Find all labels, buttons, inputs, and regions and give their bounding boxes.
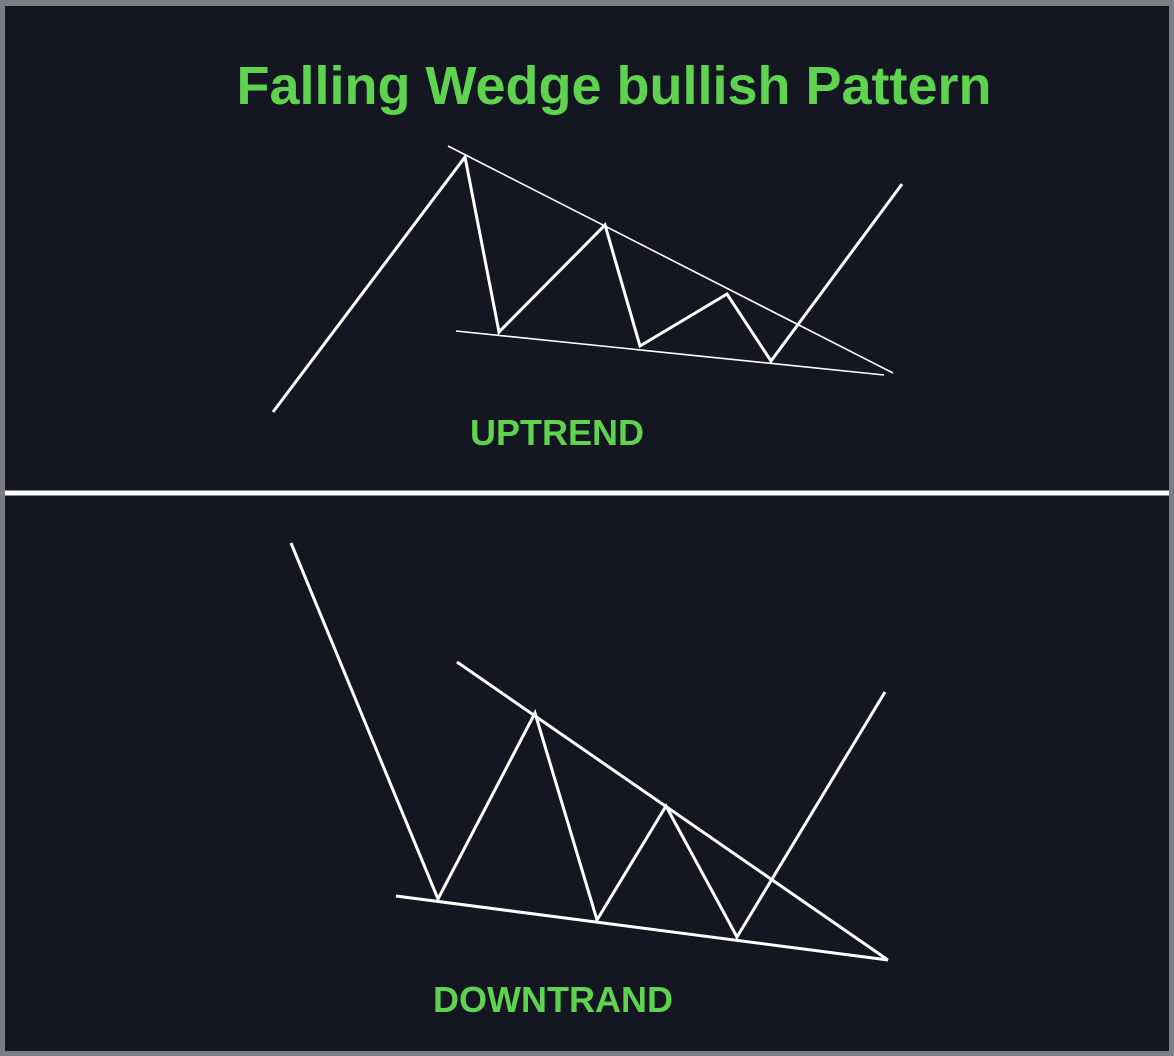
uptrend-panel: UPTREND	[271, 145, 904, 453]
downtrend-panel: DOWNTRAND	[289, 542, 889, 1020]
downtrend-lower-trendline	[395, 894, 889, 962]
uptrend-lower-trendline	[455, 330, 885, 376]
downtrend-upper-trendline	[456, 660, 889, 962]
uptrend-price-path	[271, 153, 904, 413]
downtrend-label: DOWNTRAND	[433, 979, 673, 1020]
uptrend-upper-trendline	[447, 145, 894, 374]
diagram-title: Falling Wedge bullish Pattern	[236, 56, 991, 116]
falling-wedge-diagram: Falling Wedge bullish Pattern UPTREND DO…	[5, 56, 1169, 1020]
uptrend-label: UPTREND	[470, 412, 644, 453]
downtrend-price-path	[289, 542, 887, 941]
